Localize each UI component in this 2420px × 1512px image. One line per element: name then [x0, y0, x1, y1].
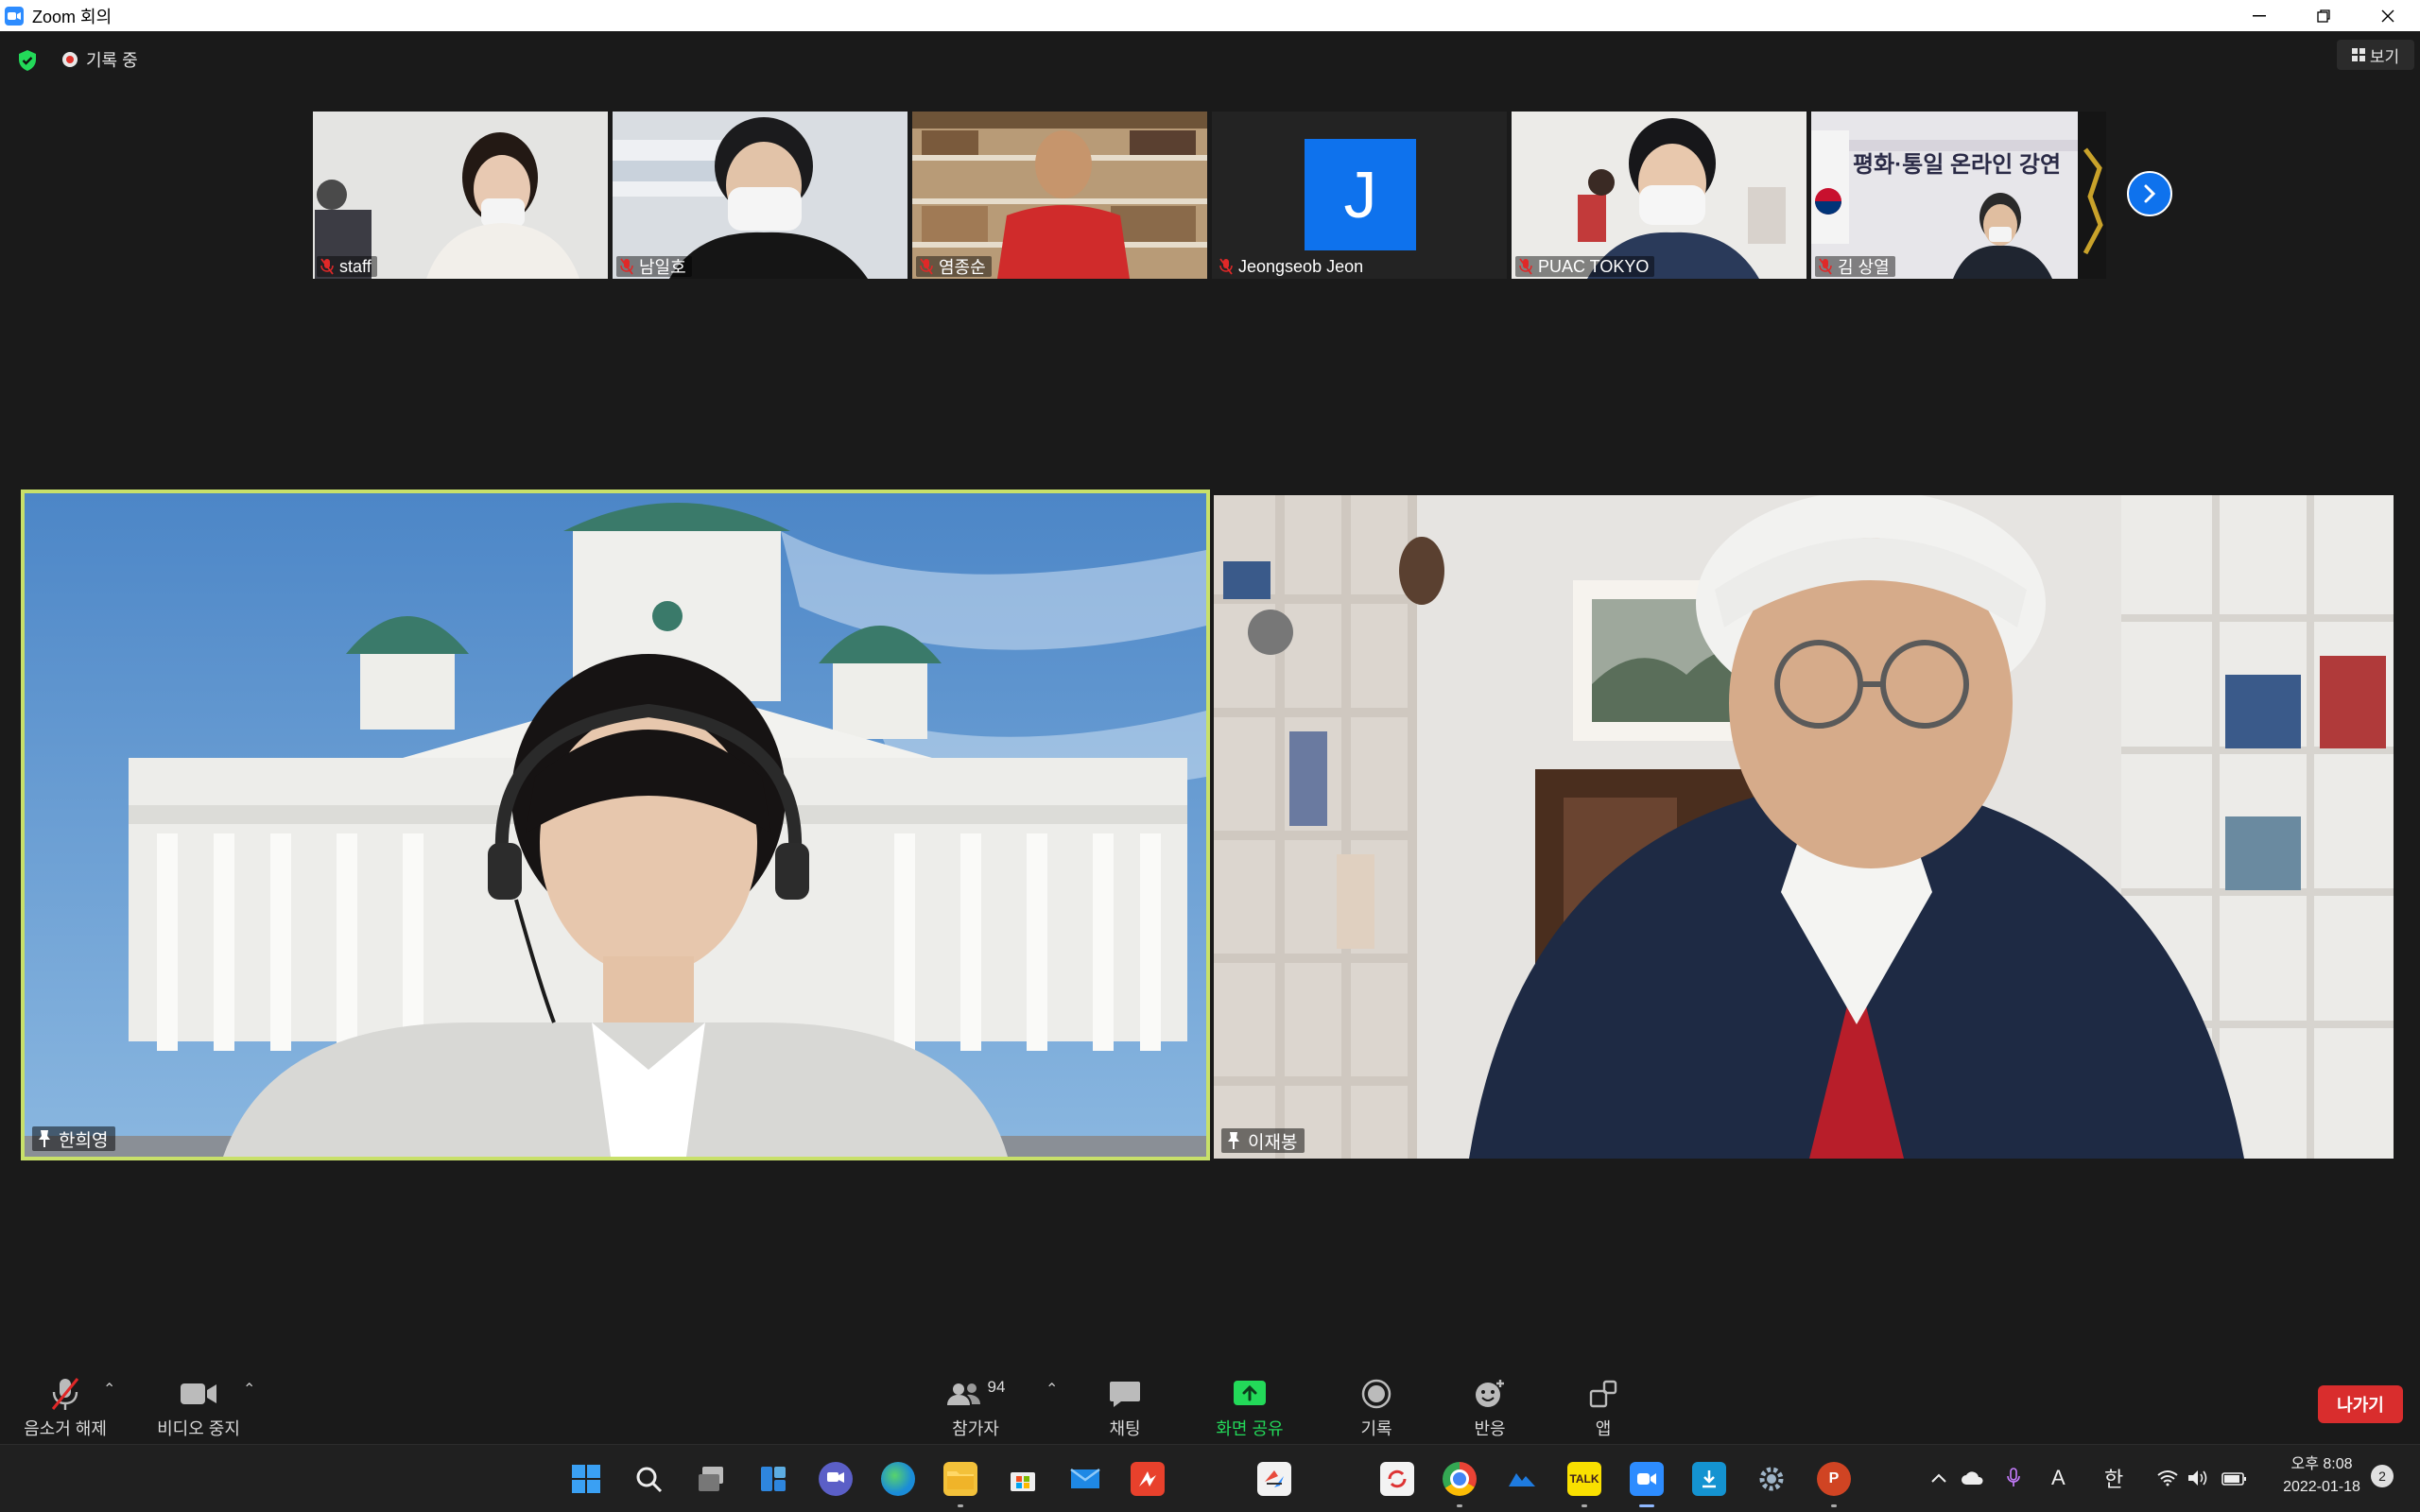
muted-mic-icon: [920, 258, 933, 275]
ime-indicator[interactable]: 한: [2104, 1444, 2123, 1512]
grid-view-icon: [2351, 48, 2365, 61]
video-tile-speaker[interactable]: 이재봉: [1214, 495, 2394, 1159]
participants-count: 94: [987, 1378, 1006, 1396]
participant-name-tag: 한희영: [32, 1126, 116, 1151]
participant-thumbnail[interactable]: J Jeongseob Jeon: [1212, 112, 1507, 279]
unmute-button[interactable]: 음소거 해제: [13, 1355, 117, 1442]
minimize-button[interactable]: [2227, 0, 2291, 31]
participant-thumbnail[interactable]: 염종순: [912, 112, 1207, 279]
pin-icon: [38, 1129, 51, 1148]
participant-thumbnail[interactable]: 남일호: [613, 112, 908, 279]
participant-thumbnail[interactable]: PUAC TOKYO: [1512, 112, 1806, 279]
view-label: 보기: [2369, 47, 2400, 66]
participant-thumbnail[interactable]: staff: [313, 112, 608, 279]
app-icon-colorful[interactable]: [1257, 1462, 1291, 1496]
wifi-icon[interactable]: [2157, 1444, 2178, 1512]
stop-video-button[interactable]: 비디오 중지: [144, 1355, 253, 1442]
kakaotalk-icon[interactable]: TALK: [1567, 1462, 1601, 1507]
participant-name-tag: staff: [317, 256, 377, 277]
settings-gear-icon[interactable]: [1754, 1462, 1789, 1496]
chat-bubble-icon: [1109, 1374, 1141, 1414]
smile-plus-icon: [1474, 1374, 1506, 1414]
widgets-icon[interactable]: [756, 1462, 790, 1496]
file-explorer-icon[interactable]: [943, 1462, 977, 1507]
video-tile-active-speaker[interactable]: 한희영: [21, 490, 1210, 1160]
notification-badge[interactable]: 2: [2371, 1465, 2394, 1487]
participant-name-tag: 이재봉: [1221, 1128, 1305, 1153]
chevron-right-icon: [2144, 184, 2156, 203]
muted-mic-icon: [1219, 258, 1233, 275]
pin-icon: [1227, 1131, 1240, 1150]
record-icon: [1361, 1374, 1392, 1414]
muted-mic-icon: [1819, 258, 1832, 275]
muted-mic-icon: [620, 258, 633, 275]
chrome-browser-icon[interactable]: [1443, 1462, 1477, 1507]
window-titlebar: Zoom 회의: [0, 0, 2420, 31]
share-screen-button[interactable]: 화면 공유: [1202, 1355, 1297, 1442]
task-view-icon[interactable]: [694, 1462, 728, 1496]
participant-name-tag: PUAC TOKYO: [1515, 256, 1655, 277]
participant-name-tag: 염종순: [916, 256, 992, 277]
avatar: J: [1305, 139, 1416, 250]
participant-name-tag: Jeongseob Jeon: [1216, 256, 1369, 277]
view-button[interactable]: 보기: [2337, 40, 2414, 70]
search-icon[interactable]: [631, 1462, 666, 1496]
battery-icon[interactable]: [2221, 1444, 2248, 1512]
video-feed-hanheeyoung: [25, 493, 1206, 1157]
microsoft-store-icon[interactable]: [1006, 1462, 1040, 1496]
teams-chat-icon[interactable]: [819, 1462, 853, 1496]
apps-icon: [1589, 1374, 1617, 1414]
sync-app-icon[interactable]: [1380, 1462, 1414, 1496]
window-title: Zoom 회의: [32, 7, 112, 26]
meeting-toolbar: 음소거 해제 비디오 중지 94 참가자 채팅 화면 공유 기록 반응 앱: [0, 1355, 2420, 1442]
video-feed-leejaebong: [1214, 495, 2394, 1159]
recording-indicator[interactable]: 기록 중: [62, 47, 138, 72]
cloud-app-icon[interactable]: [1505, 1462, 1539, 1496]
participants-button[interactable]: 94 참가자: [936, 1355, 1015, 1442]
security-shield-icon[interactable]: [17, 49, 38, 77]
clock-time: 오후 8:08: [2290, 1456, 2353, 1472]
share-screen-icon: [1233, 1374, 1267, 1414]
reactions-button[interactable]: 반응: [1452, 1355, 1528, 1442]
language-indicator[interactable]: A: [2051, 1444, 2066, 1512]
muted-mic-icon: [320, 258, 334, 275]
zoom-app-icon: [5, 6, 24, 26]
clock-date: 2022-01-18: [2283, 1479, 2360, 1495]
close-button[interactable]: [2356, 0, 2420, 31]
participant-thumbnail[interactable]: 평화·통일 온라인 강연 김 상열: [1811, 112, 2106, 279]
participant-name-tag: 남일호: [616, 256, 692, 277]
volume-icon[interactable]: [2187, 1444, 2208, 1512]
mail-icon[interactable]: [1068, 1462, 1102, 1496]
video-camera-icon: [180, 1374, 217, 1414]
tray-overflow-chevron-up-icon[interactable]: [1930, 1444, 1947, 1512]
powerpoint-icon[interactable]: P: [1817, 1462, 1851, 1507]
app-icon-red[interactable]: [1131, 1462, 1165, 1496]
leave-button[interactable]: 나가기: [2318, 1385, 2403, 1423]
record-button[interactable]: 기록: [1339, 1355, 1414, 1442]
apps-button[interactable]: 앱: [1565, 1355, 1641, 1442]
taskbar-clock[interactable]: 오후 8:08 2022-01-18: [2265, 1453, 2378, 1499]
recording-label: 기록 중: [86, 51, 138, 70]
video-feed-staff: [313, 112, 608, 279]
participants-icon: [946, 1383, 980, 1405]
download-app-icon[interactable]: [1692, 1462, 1726, 1496]
audio-options-chevron-up-icon[interactable]: ⌃: [103, 1380, 115, 1399]
onedrive-cloud-icon[interactable]: [1961, 1444, 1985, 1512]
window-controls: [2227, 0, 2420, 31]
participant-name-tag: 김 상열: [1815, 256, 1895, 277]
restore-button[interactable]: [2291, 0, 2356, 31]
chat-button[interactable]: 채팅: [1087, 1355, 1163, 1442]
recording-dot-icon: [62, 52, 78, 67]
zoom-taskbar-icon[interactable]: [1630, 1462, 1664, 1507]
next-page-button[interactable]: [2127, 171, 2172, 216]
video-options-chevron-up-icon[interactable]: ⌃: [243, 1380, 255, 1399]
banner-text: 평화·통일 온라인 강연: [1853, 152, 2062, 178]
microphone-in-use-icon[interactable]: [2006, 1444, 2021, 1512]
windows-start-icon[interactable]: [569, 1462, 603, 1496]
video-feed-puac-tokyo: [1512, 112, 1806, 279]
muted-mic-icon: [49, 1374, 81, 1414]
participants-options-chevron-up-icon[interactable]: ⌃: [1046, 1380, 1058, 1399]
muted-mic-icon: [1519, 258, 1532, 275]
edge-browser-icon[interactable]: [881, 1462, 915, 1496]
